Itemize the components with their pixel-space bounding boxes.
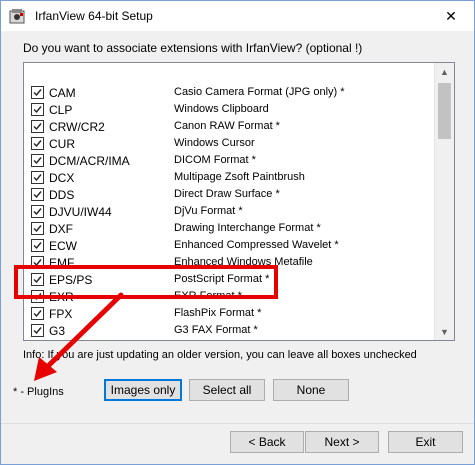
extension-row[interactable]: DDS Direct Draw Surface * [24, 186, 434, 203]
eps-highlight-annotation [14, 265, 278, 299]
extension-checkbox[interactable] [31, 137, 44, 150]
extension-name: DCM/ACR/IMA [49, 154, 130, 168]
extension-description: DjVu Format * [174, 205, 243, 217]
checkmark-icon [33, 327, 42, 335]
extension-description: Multipage Zsoft Paintbrush [174, 171, 305, 183]
extension-name: CLP [49, 103, 73, 117]
extension-checkbox[interactable] [31, 86, 44, 99]
title-bar: IrfanView 64-bit Setup ✕ [1, 1, 474, 31]
checkmark-icon [33, 174, 42, 182]
extension-checkbox[interactable] [31, 205, 44, 218]
checkmark-icon [33, 157, 42, 165]
extension-checkbox[interactable] [31, 103, 44, 116]
extension-checkbox[interactable] [31, 154, 44, 167]
extension-name: DCX [49, 171, 75, 185]
none-button[interactable]: None [273, 379, 349, 401]
extension-name: DDS [49, 188, 75, 202]
extension-checkbox[interactable] [31, 188, 44, 201]
setup-window: IrfanView 64-bit Setup ✕ Do you want to … [0, 0, 475, 465]
select-all-button[interactable]: Select all [189, 379, 265, 401]
extension-description: Enhanced Compressed Wavelet * [174, 239, 339, 251]
checkmark-icon [33, 89, 42, 97]
plugins-legend: * - PlugIns [13, 386, 64, 398]
extension-name: CRW/CR2 [49, 120, 105, 134]
window-title: IrfanView 64-bit Setup [35, 9, 153, 23]
extension-row[interactable]: CLP Windows Clipboard [24, 101, 434, 118]
association-question: Do you want to associate extensions with… [23, 41, 363, 55]
extension-name: ECW [49, 239, 77, 253]
extension-name: G3 [49, 324, 66, 338]
extension-description: Direct Draw Surface * [174, 188, 280, 200]
extension-checkbox[interactable] [31, 120, 44, 133]
extension-row[interactable]: DXF Drawing Interchange Format * [24, 220, 434, 237]
close-icon: ✕ [445, 7, 457, 24]
extension-row[interactable]: G3 G3 FAX Format * [24, 322, 434, 339]
next-button[interactable]: Next > [305, 431, 379, 453]
footer-divider [1, 423, 474, 424]
list-scrollbar[interactable]: ▲ ▼ [434, 63, 454, 340]
extension-description: Windows Cursor [174, 137, 255, 149]
extension-checkbox[interactable] [31, 239, 44, 252]
extension-row[interactable]: CRW/CR2 Canon RAW Format * [24, 118, 434, 135]
extension-row[interactable]: CUR Windows Cursor [24, 135, 434, 152]
extensions-list: CAM Casio Camera Format (JPG only) * CLP Wi… [23, 62, 455, 341]
extension-description: Drawing Interchange Format * [174, 222, 321, 234]
checkmark-icon [33, 225, 42, 233]
extension-row[interactable]: CAM Casio Camera Format (JPG only) * [24, 84, 434, 101]
extension-description: DICOM Format * [174, 154, 256, 166]
extension-description: FlashPix Format * [174, 307, 262, 319]
extension-row[interactable]: DCM/ACR/IMA DICOM Format * [24, 152, 434, 169]
checkmark-icon [33, 123, 42, 131]
scroll-down-arrow-icon[interactable]: ▼ [435, 323, 454, 340]
images-only-button[interactable]: Images only [104, 379, 182, 401]
exit-button[interactable]: Exit [388, 431, 463, 453]
scroll-thumb[interactable] [438, 83, 451, 139]
extension-checkbox[interactable] [31, 324, 44, 337]
extension-checkbox[interactable] [31, 171, 44, 184]
checkmark-icon [33, 208, 42, 216]
extension-row[interactable]: DCX Multipage Zsoft Paintbrush [24, 169, 434, 186]
back-button[interactable]: < Back [230, 431, 304, 453]
extension-row[interactable]: FPX FlashPix Format * [24, 305, 434, 322]
checkmark-icon [33, 106, 42, 114]
extension-name: DJVU/IW44 [49, 205, 112, 219]
extension-checkbox[interactable] [31, 222, 44, 235]
checkmark-icon [33, 310, 42, 318]
extension-description: Windows Clipboard [174, 103, 269, 115]
extension-description: Casio Camera Format (JPG only) * [174, 86, 345, 98]
extension-row[interactable]: ECW Enhanced Compressed Wavelet * [24, 237, 434, 254]
extension-name: FPX [49, 307, 73, 321]
info-text: Info: If you are just updating an older … [23, 349, 417, 361]
close-button[interactable]: ✕ [428, 1, 474, 31]
extension-row[interactable]: DJVU/IW44 DjVu Format * [24, 203, 434, 220]
extension-name: DXF [49, 222, 73, 236]
extension-name: CAM [49, 86, 76, 100]
irfanview-app-icon [9, 9, 25, 24]
extension-checkbox[interactable] [31, 307, 44, 320]
extension-description: G3 FAX Format * [174, 324, 258, 336]
checkmark-icon [33, 191, 42, 199]
checkmark-icon [33, 140, 42, 148]
scroll-up-arrow-icon[interactable]: ▲ [435, 63, 454, 80]
checkmark-icon [33, 242, 42, 250]
extension-description: Canon RAW Format * [174, 120, 280, 132]
extension-name: CUR [49, 137, 75, 151]
